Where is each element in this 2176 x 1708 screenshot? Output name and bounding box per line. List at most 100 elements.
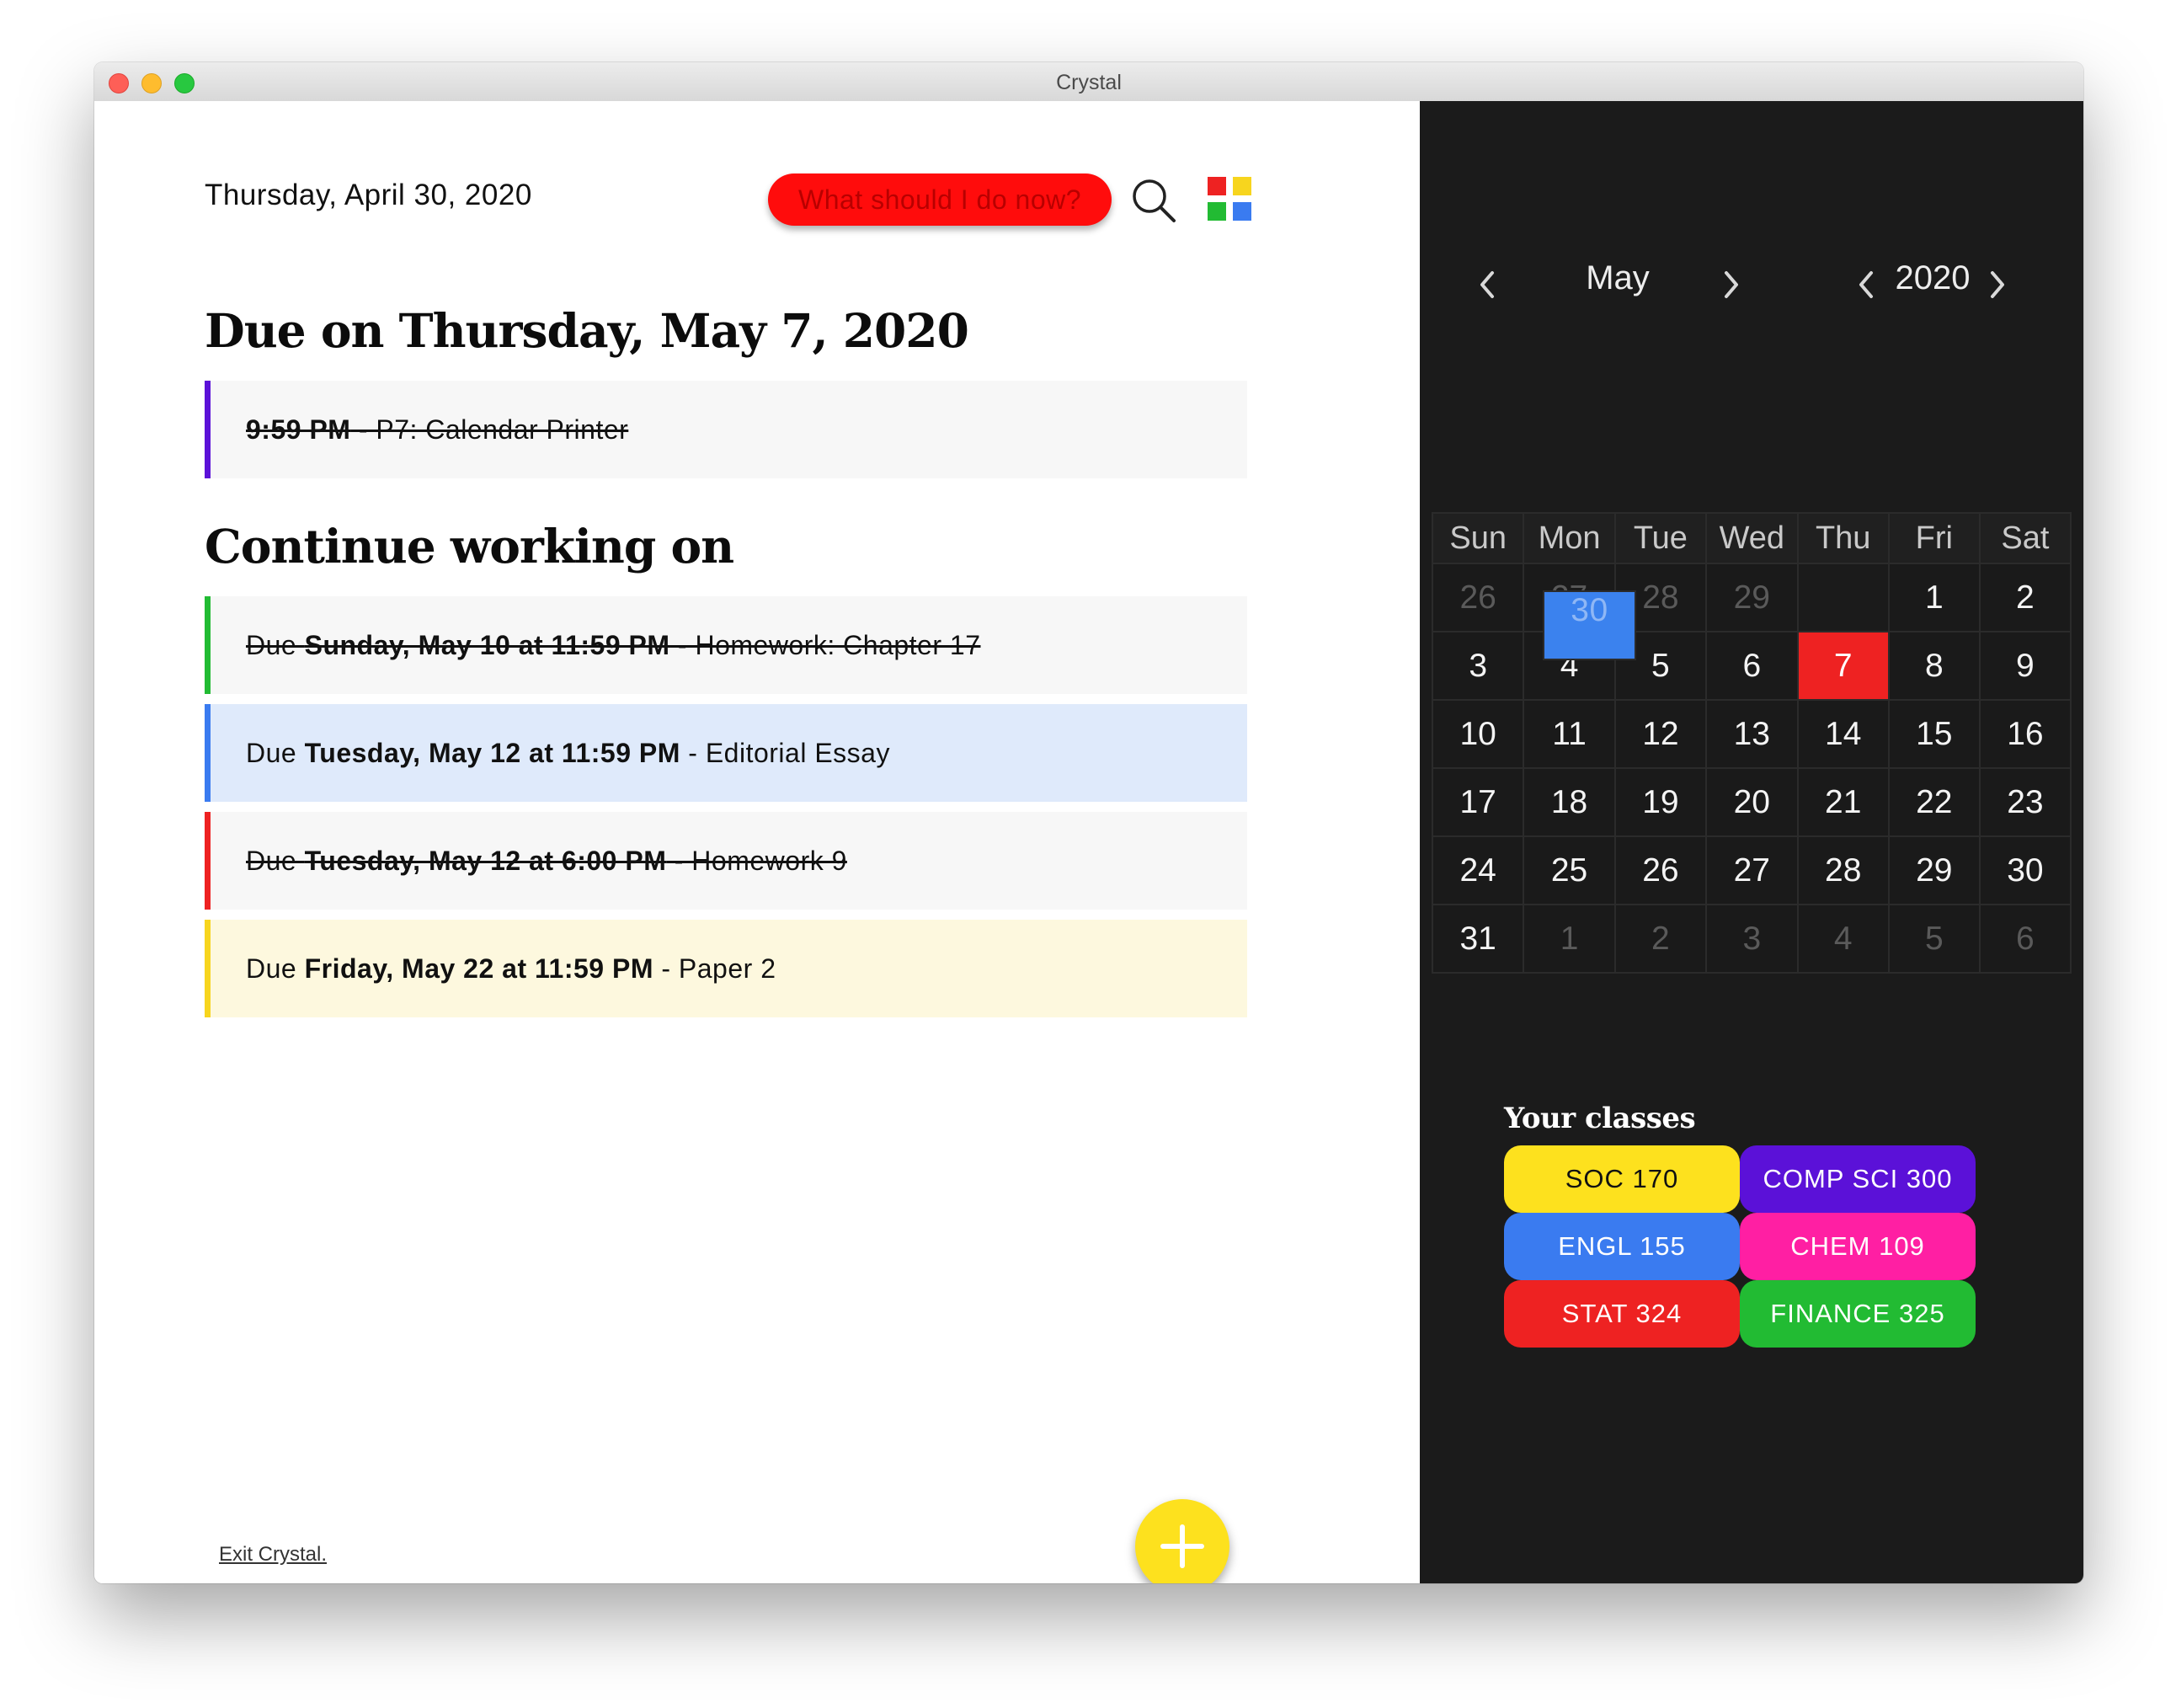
calendar-day[interactable]: 28 — [1796, 835, 1890, 905]
calendar-year: 2020 — [1895, 259, 1971, 296]
continue-heading: Continue working on — [205, 519, 734, 574]
weekday-header: Tue — [1613, 512, 1708, 564]
calendar-day[interactable]: 29 — [1705, 563, 1799, 632]
task-prefix: Due — [246, 953, 305, 984]
weekday-header: Sat — [1978, 512, 2072, 564]
calendar-day[interactable]: 19 — [1613, 767, 1708, 837]
what-should-i-do-button[interactable]: What should I do now? — [768, 173, 1112, 226]
calendar-day[interactable]: 6 — [1705, 631, 1799, 701]
calendar-day[interactable]: 20 — [1705, 767, 1799, 837]
calendar-day[interactable]: 23 — [1978, 767, 2072, 837]
task-title: - P7: Calendar Printer — [350, 414, 629, 445]
current-date: Thursday, April 30, 2020 — [205, 179, 532, 211]
task-title: - Homework: Chapter 17 — [669, 630, 981, 660]
task-due-date: Tuesday, May 12 at 11:59 PM — [304, 738, 680, 768]
calendar-day[interactable]: 22 — [1887, 767, 1981, 837]
grid-square-blue — [1233, 202, 1251, 221]
exit-link[interactable]: Exit Crystal. — [219, 1543, 327, 1567]
calendar-day[interactable]: 27 — [1705, 835, 1799, 905]
calendar-week: 31 1 2 3 4 5 6 — [1431, 904, 2072, 974]
calendar-day[interactable]: 12 — [1613, 699, 1708, 769]
calendar-day[interactable]: 13 — [1705, 699, 1799, 769]
calendar-month: May — [1586, 259, 1650, 296]
calendar-day[interactable]: 7 — [1796, 631, 1890, 701]
calendar-day[interactable]: 6 — [1978, 904, 2072, 974]
class-button[interactable]: CHEM 109 — [1740, 1213, 1976, 1280]
next-month-icon[interactable] — [1716, 266, 1747, 303]
calendar-grid: SunMonTueWedThuFriSat 262728293012345678… — [1431, 512, 2072, 974]
weekday-header: Thu — [1796, 512, 1890, 564]
grid-square-red — [1208, 177, 1226, 195]
next-year-icon[interactable] — [1982, 266, 2013, 303]
grid-square-green — [1208, 202, 1226, 221]
app-window: Crystal Thursday, April 30, 2020 What sh… — [94, 62, 2083, 1583]
calendar-day[interactable]: 4 — [1796, 904, 1890, 974]
task-time: 9:59 PM — [246, 414, 351, 445]
classes-heading: Your classes — [1504, 1102, 1696, 1135]
task-due-date: Tuesday, May 12 at 6:00 PM — [304, 846, 667, 876]
plus-icon-vertical — [1180, 1524, 1185, 1568]
calendar-day[interactable]: 21 — [1796, 767, 1890, 837]
calendar-week: 24 25 26 27 28 29 30 — [1431, 835, 2072, 905]
calendar-day[interactable]: 14 — [1796, 699, 1890, 769]
task-item[interactable]: Due Friday, May 22 at 11:59 PM - Paper 2 — [205, 920, 1247, 1017]
weekday-header: Mon — [1523, 512, 1616, 564]
title-bar: Crystal — [94, 62, 2083, 102]
calendar-day[interactable]: 31 — [1431, 904, 1525, 974]
sidebar: May 2020 SunMonTueWedThuFriSat 262728293… — [1420, 101, 2083, 1583]
calendar-day[interactable]: 2 — [1613, 904, 1708, 974]
calendar-day[interactable]: 30 — [1543, 590, 1636, 660]
weekday-header: Sun — [1431, 512, 1525, 564]
weekday-header: Wed — [1705, 512, 1799, 564]
calendar-day[interactable]: 18 — [1523, 767, 1616, 837]
task-prefix: Due — [246, 738, 305, 768]
calendar-day[interactable]: 30 — [1978, 835, 2072, 905]
calendar-week: 17 18 19 20 21 22 23 — [1431, 767, 2072, 837]
task-prefix: Due — [246, 846, 305, 876]
class-button[interactable]: COMP SCI 300 — [1740, 1145, 1976, 1213]
due-task-item[interactable]: 9:59 PM - P7: Calendar Printer — [205, 381, 1247, 478]
calendar-day[interactable]: 29 — [1887, 835, 1981, 905]
calendar-day[interactable]: 3 — [1431, 631, 1525, 701]
calendar-day[interactable]: 17 — [1431, 767, 1525, 837]
task-due-date: Sunday, May 10 at 11:59 PM — [304, 630, 670, 660]
calendar-day[interactable]: 26 — [1613, 835, 1708, 905]
add-task-button[interactable] — [1135, 1499, 1229, 1583]
task-title: - Editorial Essay — [680, 738, 890, 768]
task-item[interactable]: Due Tuesday, May 12 at 6:00 PM - Homewor… — [205, 812, 1247, 910]
grid-square-yellow — [1233, 177, 1251, 195]
calendar-day[interactable]: 25 — [1523, 835, 1616, 905]
class-button[interactable]: FINANCE 325 — [1740, 1280, 1976, 1348]
calendar-day[interactable]: 9 — [1978, 631, 2072, 701]
grid-icon[interactable] — [1208, 177, 1253, 222]
task-title: - Paper 2 — [653, 953, 776, 984]
window-title: Crystal — [1056, 71, 1122, 94]
calendar-day[interactable]: 26 — [1431, 563, 1525, 632]
calendar-day[interactable]: 3 — [1705, 904, 1799, 974]
calendar-day[interactable]: 1 — [1523, 904, 1616, 974]
calendar-week: 3456789 — [1431, 631, 2072, 701]
calendar-day[interactable]: 16 — [1978, 699, 2072, 769]
calendar-day[interactable]: 15 — [1887, 699, 1981, 769]
task-due-date: Friday, May 22 at 11:59 PM — [304, 953, 653, 984]
calendar-day[interactable]: 2 — [1978, 563, 2072, 632]
class-button[interactable]: ENGL 155 — [1504, 1213, 1740, 1280]
weekday-header: Fri — [1887, 512, 1981, 564]
calendar-day[interactable]: 5 — [1887, 904, 1981, 974]
class-button[interactable]: STAT 324 — [1504, 1280, 1740, 1348]
task-title: - Homework 9 — [666, 846, 847, 876]
calendar-week: 10 11 12 13 14 15 16 — [1431, 699, 2072, 769]
class-button[interactable]: SOC 170 — [1504, 1145, 1740, 1213]
task-item[interactable]: Due Tuesday, May 12 at 11:59 PM - Editor… — [205, 704, 1247, 802]
calendar-day[interactable]: 10 — [1431, 699, 1525, 769]
calendar-day[interactable]: 11 — [1523, 699, 1616, 769]
prev-year-icon[interactable] — [1851, 266, 1881, 303]
calendar-day[interactable]: 1 — [1887, 563, 1981, 632]
task-prefix: Due — [246, 630, 305, 660]
search-icon[interactable] — [1128, 175, 1179, 226]
calendar-day[interactable]: 8 — [1887, 631, 1981, 701]
task-item[interactable]: Due Sunday, May 10 at 11:59 PM - Homewor… — [205, 596, 1247, 694]
main-panel: Thursday, April 30, 2020 What should I d… — [94, 101, 1420, 1583]
calendar-day[interactable]: 24 — [1431, 835, 1525, 905]
prev-month-icon[interactable] — [1472, 266, 1502, 303]
